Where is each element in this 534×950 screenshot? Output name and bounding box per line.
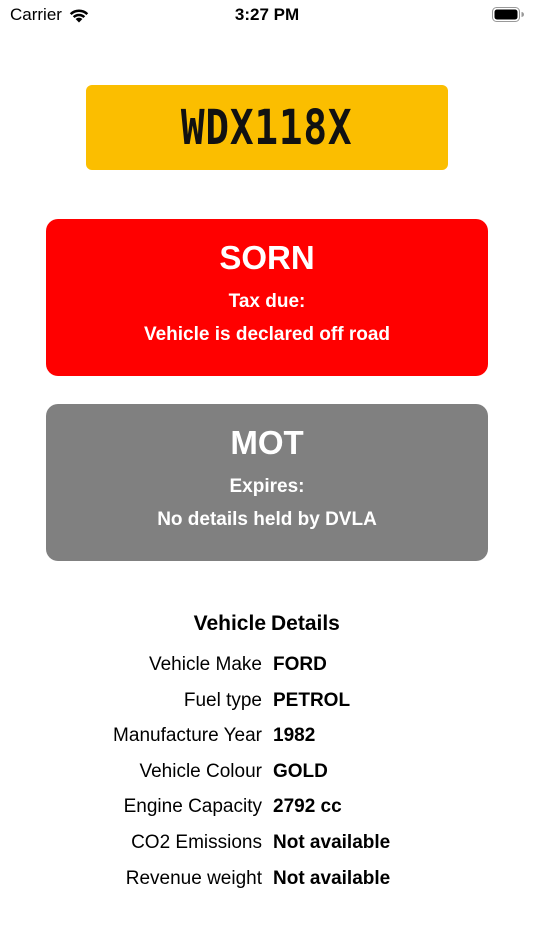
detail-label: Engine Capacity bbox=[123, 796, 262, 818]
status-bar: Carrier 3:27 PM bbox=[0, 0, 534, 30]
detail-label: Revenue weight bbox=[125, 867, 262, 889]
battery-icon bbox=[492, 7, 524, 22]
detail-row-make: Vehicle Make FORD bbox=[0, 652, 534, 688]
tax-status-title: SORN bbox=[219, 239, 315, 276]
detail-row-year: Manufacture Year 1982 bbox=[0, 723, 534, 759]
detail-value: PETROL bbox=[273, 689, 351, 711]
tax-status-card: SORN Tax due: Vehicle is declared off ro… bbox=[46, 219, 488, 376]
detail-value: Not available bbox=[273, 867, 391, 889]
detail-label: Manufacture Year bbox=[113, 725, 262, 747]
registration-number: WDX118X bbox=[181, 99, 353, 156]
mot-expires-label: Expires: bbox=[229, 476, 305, 497]
detail-row-engine: Engine Capacity 2792 cc bbox=[0, 794, 534, 830]
detail-value: Not available bbox=[273, 831, 391, 853]
detail-value: 1982 bbox=[273, 725, 316, 747]
mot-status-title: MOT bbox=[230, 424, 304, 461]
tax-due-label: Tax due: bbox=[228, 291, 306, 312]
heading-left: Vehicle bbox=[193, 612, 266, 635]
detail-label: CO2 Emissions bbox=[131, 831, 262, 853]
clock: 3:27 PM bbox=[234, 5, 300, 24]
detail-value: GOLD bbox=[273, 760, 328, 782]
vehicle-details-list: Vehicle Make FORD Fuel type PETROL Manuf… bbox=[0, 652, 534, 901]
detail-row-co2: CO2 Emissions Not available bbox=[0, 830, 534, 866]
detail-label: Fuel type bbox=[183, 689, 262, 711]
detail-row-fuel: Fuel type PETROL bbox=[0, 688, 534, 724]
tax-due-detail: Vehicle is declared off road bbox=[143, 324, 391, 345]
detail-label: Vehicle Make bbox=[148, 654, 262, 675]
detail-value: 2792 cc bbox=[273, 796, 342, 818]
mot-status-card: MOT Expires: No details held by DVLA bbox=[46, 404, 488, 561]
detail-value: FORD bbox=[273, 654, 327, 675]
detail-label: Vehicle Colour bbox=[139, 760, 262, 782]
detail-row-weight: Revenue weight Not available bbox=[0, 866, 534, 902]
registration-plate: WDX118X bbox=[86, 85, 448, 170]
heading-right: Details bbox=[271, 612, 340, 635]
detail-row-colour: Vehicle Colour GOLD bbox=[0, 759, 534, 795]
mot-expires-detail: No details held by DVLA bbox=[157, 509, 377, 530]
